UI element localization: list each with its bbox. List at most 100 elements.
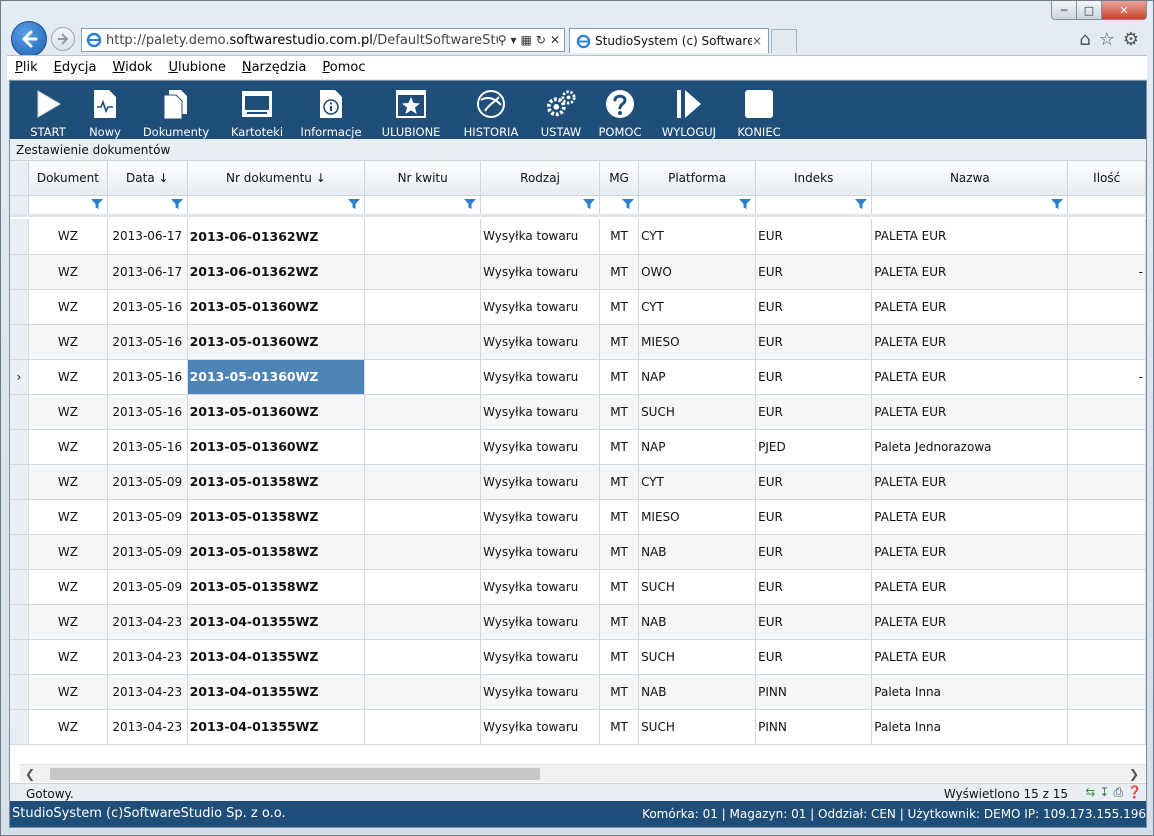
toolbar-wyloguj-button[interactable]: WYLOGUJ — [648, 81, 730, 139]
cell-nazwa[interactable]: Paleta Inna — [871, 709, 1069, 745]
row-indicator[interactable] — [10, 324, 29, 360]
cell-nr-dokumentu[interactable]: 2013-06-01362WZ — [187, 219, 366, 255]
filter-cell-nr-kwitu[interactable] — [364, 195, 482, 217]
cell-dokument[interactable]: WZ — [28, 219, 109, 255]
cell-indeks[interactable]: EUR — [755, 394, 873, 430]
horizontal-scrollbar[interactable]: ❮ ❯ — [20, 764, 1146, 782]
table-row[interactable]: › WZ 2013-05-16 2013-05-01360WZ Wysyłka towa… — [10, 359, 1146, 395]
cell-platforma[interactable]: NAB — [638, 604, 757, 640]
row-indicator[interactable] — [10, 254, 29, 290]
cell-ilosc[interactable] — [1067, 289, 1146, 325]
table-row[interactable]: WZ 2013-05-09 2013-05-01358WZ Wysyłka towar… — [10, 569, 1146, 605]
cell-indeks[interactable]: EUR — [755, 359, 873, 395]
cell-rodzaj[interactable]: Wysyłka towaru — [480, 429, 600, 465]
cell-rodzaj[interactable]: Wysyłka towaru — [480, 499, 600, 535]
refresh-icon[interactable]: ⇆ — [1085, 785, 1095, 800]
cell-ilosc[interactable] — [1067, 639, 1146, 675]
table-row[interactable]: WZ 2013-05-16 2013-05-01360WZ Wysyłka towar… — [10, 429, 1146, 465]
favorites-star-icon[interactable]: ☆ — [1099, 29, 1115, 50]
cell-platforma[interactable]: SUCH — [638, 639, 757, 675]
cell-data[interactable]: 2013-04-23 — [107, 709, 188, 745]
home-icon[interactable]: ⌂ — [1079, 29, 1090, 50]
cell-data[interactable]: 2013-05-16 — [107, 394, 188, 430]
row-indicator[interactable] — [10, 674, 29, 710]
cell-dokument[interactable]: WZ — [28, 639, 109, 675]
cell-platforma[interactable]: MIESO — [638, 499, 757, 535]
cell-rodzaj[interactable]: Wysyłka towaru — [480, 324, 600, 360]
toolbar-ulubione-button[interactable]: ULUBIONE — [370, 81, 452, 139]
cell-mg[interactable]: MT — [599, 674, 640, 710]
cell-rodzaj[interactable]: Wysyłka towaru — [480, 639, 600, 675]
cell-mg[interactable]: MT — [599, 289, 640, 325]
cell-nr-kwitu[interactable] — [364, 464, 482, 500]
cell-data[interactable]: 2013-05-09 — [107, 499, 188, 535]
table-row[interactable]: WZ 2013-05-09 2013-05-01358WZ Wysyłka towar… — [10, 464, 1146, 500]
row-indicator[interactable]: › — [10, 359, 29, 395]
row-indicator[interactable] — [10, 394, 29, 430]
cell-ilosc[interactable] — [1067, 324, 1146, 360]
cell-data[interactable]: 2013-05-16 — [107, 429, 188, 465]
cell-data[interactable]: 2013-04-23 — [107, 674, 188, 710]
scroll-left-icon[interactable]: ❮ — [22, 766, 38, 782]
filter-cell-dokument[interactable] — [28, 195, 109, 217]
cell-platforma[interactable]: NAB — [638, 674, 757, 710]
cell-rodzaj[interactable]: Wysyłka towaru — [480, 569, 600, 605]
cell-dokument[interactable]: WZ — [28, 499, 109, 535]
column-header-nazwa[interactable]: Nazwa — [871, 161, 1069, 196]
column-header-dokument[interactable]: Dokument — [28, 161, 109, 196]
cell-rodzaj[interactable]: Wysyłka towaru — [480, 534, 600, 570]
filter-funnel-icon[interactable] — [170, 198, 183, 209]
filter-cell-mg[interactable] — [599, 195, 640, 217]
toolbar-koniec-button[interactable]: KONIEC — [730, 81, 788, 139]
cell-nazwa[interactable]: Paleta Inna — [871, 674, 1069, 710]
cell-ilosc[interactable] — [1067, 534, 1146, 570]
cell-nazwa[interactable]: PALETA EUR — [871, 359, 1069, 395]
cell-rodzaj[interactable]: Wysyłka towaru — [480, 604, 600, 640]
cell-mg[interactable]: MT — [599, 324, 640, 360]
cell-dokument[interactable]: WZ — [28, 289, 109, 325]
cell-dokument[interactable]: WZ — [28, 464, 109, 500]
cell-rodzaj[interactable]: Wysyłka towaru — [480, 709, 600, 745]
cell-nazwa[interactable]: PALETA EUR — [871, 604, 1069, 640]
cell-platforma[interactable]: SUCH — [638, 394, 757, 430]
filter-cell-data[interactable] — [107, 195, 188, 217]
cell-nr-dokumentu[interactable]: 2013-05-01360WZ — [187, 394, 366, 430]
cell-nr-kwitu[interactable] — [364, 219, 482, 255]
filter-cell-indeks[interactable] — [755, 195, 873, 217]
cell-ilosc[interactable]: - — [1067, 359, 1146, 395]
cell-platforma[interactable]: MIESO — [638, 324, 757, 360]
menu-ulubione[interactable]: Ulubione — [168, 60, 225, 75]
row-indicator[interactable] — [10, 709, 29, 745]
menu-plik[interactable]: Plik — [15, 60, 38, 75]
cell-platforma[interactable]: CYT — [638, 289, 757, 325]
cell-ilosc[interactable] — [1067, 569, 1146, 605]
cell-rodzaj[interactable]: Wysyłka towaru — [480, 254, 600, 290]
cell-indeks[interactable]: PJED — [755, 429, 873, 465]
filter-funnel-icon[interactable] — [739, 198, 752, 209]
toolbar-kartoteki-button[interactable]: Kartoteki — [222, 81, 292, 139]
table-row[interactable]: WZ 2013-06-17 2013-06-01362WZ Wysyłka towar… — [10, 219, 1146, 255]
cell-nr-dokumentu[interactable]: 2013-05-01358WZ — [187, 464, 366, 500]
filter-funnel-icon[interactable] — [1051, 198, 1064, 209]
table-row[interactable]: WZ 2013-04-23 2013-04-01355WZ Wysyłka towar… — [10, 674, 1146, 710]
column-header-platforma[interactable]: Platforma — [638, 161, 757, 196]
cell-rodzaj[interactable]: Wysyłka towaru — [480, 674, 600, 710]
cell-data[interactable]: 2013-05-09 — [107, 569, 188, 605]
cell-nr-kwitu[interactable] — [364, 639, 482, 675]
cell-nr-dokumentu[interactable]: 2013-05-01360WZ — [187, 324, 366, 360]
cell-nr-dokumentu[interactable]: 2013-04-01355WZ — [187, 674, 366, 710]
filter-funnel-icon[interactable] — [91, 198, 104, 209]
cell-mg[interactable]: MT — [599, 569, 640, 605]
toolbar-pomoc-button[interactable]: POMOC — [592, 81, 648, 139]
cell-nr-kwitu[interactable] — [364, 569, 482, 605]
table-row[interactable]: WZ 2013-04-23 2013-04-01355WZ Wysyłka towar… — [10, 709, 1146, 745]
scroll-right-icon[interactable]: ❯ — [1126, 766, 1142, 782]
cell-nr-dokumentu[interactable]: 2013-05-01358WZ — [187, 569, 366, 605]
cell-mg[interactable]: MT — [599, 359, 640, 395]
row-indicator[interactable] — [10, 534, 29, 570]
cell-mg[interactable]: MT — [599, 534, 640, 570]
column-header-indeks[interactable]: Indeks — [755, 161, 873, 196]
cell-rodzaj[interactable]: Wysyłka towaru — [480, 359, 600, 395]
new-tab-button[interactable] — [771, 29, 797, 53]
cell-nr-dokumentu[interactable]: 2013-05-01360WZ — [187, 359, 366, 395]
